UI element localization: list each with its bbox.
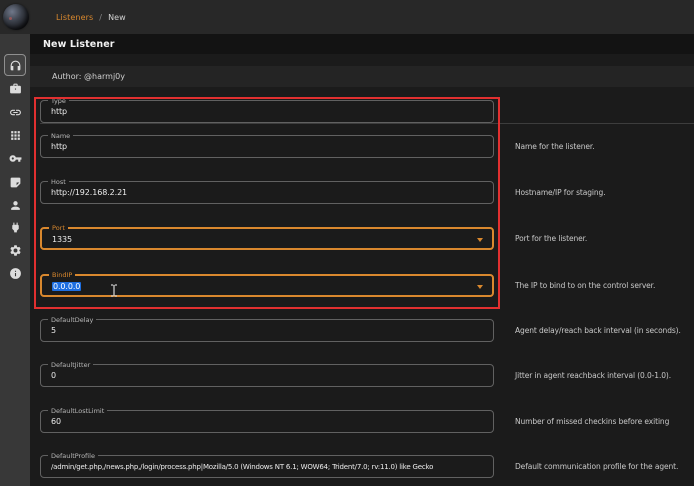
sidebar-item-plugins[interactable] [4,216,26,238]
host-field-label: Host [48,178,69,186]
name-field-label: Name [48,132,73,140]
chevron-down-icon[interactable] [477,238,483,242]
briefcase-icon [9,82,22,95]
breadcrumb: Listeners / New [56,0,126,34]
author-bar: Author: @harmj0y [30,66,694,87]
gear-icon [9,244,22,257]
bindip-select-description: The IP to bind to on the control server. [515,281,655,290]
grid-icon [9,129,22,142]
plug-icon [9,221,22,234]
chevron-down-icon[interactable] [477,285,483,289]
defaultdelay-field-label: DefaultDelay [48,316,96,324]
host-field-value: http://192.168.2.21 [51,188,127,197]
breadcrumb-separator: / [99,13,102,22]
defaultlostlimit-field[interactable]: DefaultLostLimit 60 [40,410,494,433]
port-select-value: 1335 [52,235,72,244]
defaultdelay-field-description: Agent delay/reach back interval (in seco… [515,326,681,335]
sidebar-item-settings[interactable] [4,239,26,261]
defaultprofile-field[interactable]: DefaultProfile /admin/get.php,/news.php,… [40,455,494,478]
row-divider [40,123,694,124]
link-icon [9,106,22,119]
sidebar-item-users[interactable] [4,194,26,216]
name-field-value: http [51,142,67,151]
defaultprofile-field-label: DefaultProfile [48,452,98,460]
host-field-description: Hostname/IP for staging. [515,188,605,197]
port-select-description: Port for the listener. [515,234,587,243]
sidebar-item-stagers[interactable] [4,77,26,99]
page-title: New Listener [43,39,115,50]
port-select-label: Port [49,224,68,232]
breadcrumb-listeners-link[interactable]: Listeners [56,13,93,22]
type-field-label: Type [48,97,69,105]
top-bar: Listeners / New [0,0,694,34]
sidebar-item-modules[interactable] [4,124,26,146]
sidebar-item-credentials[interactable] [4,147,26,169]
page-title-bar: New Listener [30,34,694,54]
defaultjitter-field[interactable]: DefaultJitter 0 [40,364,494,387]
app-logo[interactable] [3,4,29,30]
defaultjitter-field-description: Jitter in agent reachback interval (0.0-… [515,371,671,380]
info-icon [9,267,22,280]
defaultdelay-field-value: 5 [51,326,56,335]
defaultprofile-field-value: /admin/get.php,/news.php,/login/process.… [51,463,433,471]
port-select[interactable]: Port 1335 [40,227,494,250]
bindip-select-value-selected: 0.0.0.0 [52,282,81,291]
defaultjitter-field-label: DefaultJitter [48,361,93,369]
type-field-value: http [51,107,67,116]
sidebar-item-reporting[interactable] [4,171,26,193]
defaultlostlimit-field-label: DefaultLostLimit [48,407,107,415]
author-text: Author: @harmj0y [52,72,125,81]
defaultlostlimit-field-value: 60 [51,417,61,426]
bindip-select-label: BindIP [49,271,75,279]
name-field-description: Name for the listener. [515,142,594,151]
defaultlostlimit-field-description: Number of missed checkins before exiting [515,417,669,426]
key-icon [9,152,22,165]
sidebar-item-listeners[interactable] [4,54,26,76]
sidebar-item-agents[interactable] [4,101,26,123]
host-field[interactable]: Host http://192.168.2.21 [40,181,494,204]
user-icon [9,199,22,212]
sidebar-item-about[interactable] [4,262,26,284]
name-field[interactable]: Name http [40,135,494,158]
bindip-select[interactable]: BindIP 0.0.0.0 [40,274,494,297]
headphones-icon [9,59,22,72]
type-field[interactable]: Type http [40,100,494,123]
breadcrumb-current: New [108,13,126,22]
note-icon [9,176,22,189]
defaultjitter-field-value: 0 [51,371,56,380]
defaultprofile-field-description: Default communication profile for the ag… [515,462,678,471]
sidebar [0,34,30,486]
defaultdelay-field[interactable]: DefaultDelay 5 [40,319,494,342]
